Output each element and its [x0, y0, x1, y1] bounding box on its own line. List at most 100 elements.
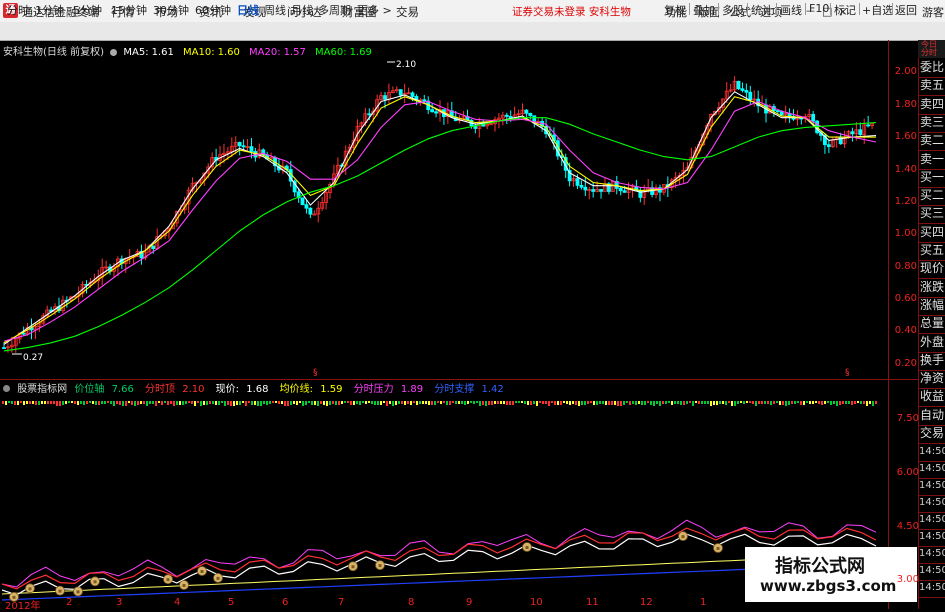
- indicator-bar: [311, 401, 313, 405]
- period-daily[interactable]: 日线: [237, 2, 259, 18]
- indicator-bar: [692, 401, 694, 406]
- candle: [787, 108, 792, 123]
- indicator-bar: [509, 401, 511, 405]
- quote-field[interactable]: 卖三: [919, 113, 945, 133]
- period-fenshi[interactable]: 分时: [7, 2, 29, 18]
- menu-jiaoyi[interactable]: 交易: [396, 4, 419, 20]
- indicator-bar: [455, 401, 457, 404]
- kline-chart[interactable]: 2.10 0.27 § §: [0, 40, 888, 380]
- period-toolbar: [0, 22, 945, 41]
- indicator-bar: [533, 401, 535, 404]
- quote-field[interactable]: 交易: [919, 424, 945, 444]
- indicator-bar: [398, 401, 400, 404]
- btn-back[interactable]: 返回: [895, 2, 917, 18]
- period-multi[interactable]: 多周期: [318, 2, 351, 18]
- indicator-bar: [596, 401, 598, 405]
- indicator-bar: [644, 401, 646, 405]
- indicator-bar: [29, 401, 31, 404]
- quote-field[interactable]: 委比: [919, 58, 945, 78]
- btn-tongji[interactable]: 统计: [751, 2, 773, 18]
- period-more[interactable]: 更多 >: [357, 2, 392, 18]
- login-banner[interactable]: 证券交易未登录 安科生物: [512, 4, 631, 19]
- candle: [449, 101, 454, 118]
- indicator-bar: [410, 401, 412, 405]
- indicator-bar: [314, 401, 316, 405]
- indicator-bar: [482, 401, 484, 405]
- indicator-bar: [770, 401, 772, 405]
- period-monthly[interactable]: 月线: [291, 2, 313, 18]
- indicator-bar: [833, 401, 835, 404]
- quote-field[interactable]: 净资: [919, 369, 945, 390]
- btn-f10[interactable]: F10: [809, 2, 829, 15]
- btn-biaoji[interactable]: 标记: [834, 2, 856, 18]
- price-tick: 1.20: [894, 195, 917, 207]
- indicator-bar: [782, 401, 784, 405]
- candle: [834, 136, 839, 148]
- candle: [826, 140, 831, 154]
- indicator-bar: [374, 401, 376, 405]
- period-15min[interactable]: 15分钟: [111, 2, 147, 18]
- quote-field[interactable]: 卖五: [919, 76, 945, 97]
- period-30min[interactable]: 30分钟: [153, 2, 189, 18]
- indicator-bar: [593, 401, 595, 405]
- indicator-bar: [65, 401, 67, 404]
- quote-field[interactable]: 外盘: [919, 333, 945, 353]
- quote-field[interactable]: 收益: [919, 387, 945, 408]
- quote-field[interactable]: 买三: [919, 204, 945, 225]
- guest-label[interactable]: 游客: [922, 4, 944, 20]
- indicator-bar: [710, 401, 712, 406]
- ma-line-ma10: [3, 96, 876, 344]
- time-entry: 14:50: [919, 578, 945, 599]
- indicator-bar: [362, 401, 364, 403]
- period-5min[interactable]: 5分钟: [73, 2, 102, 18]
- indicator-bar: [386, 401, 388, 406]
- indicator-bar: [404, 401, 406, 405]
- indicator-bar: [656, 401, 658, 404]
- indicator-bar: [350, 401, 352, 405]
- candle: [520, 103, 525, 116]
- indicator-bar: [296, 401, 298, 405]
- period-1min[interactable]: 1分钟: [35, 2, 64, 18]
- date-tick: 11: [586, 597, 599, 608]
- quote-field[interactable]: 买二: [919, 186, 945, 207]
- date-tick: 2012年: [5, 601, 41, 612]
- btn-duogu[interactable]: 多股: [722, 2, 744, 18]
- candle: [866, 115, 871, 128]
- quote-field[interactable]: 自动: [919, 406, 945, 426]
- quote-field[interactable]: 现价: [919, 259, 945, 280]
- period-60min[interactable]: 60分钟: [195, 2, 231, 18]
- indicator-bar: [191, 401, 193, 404]
- indicator-bar: [290, 401, 292, 405]
- price-tick: 1.80: [894, 98, 917, 110]
- quote-field[interactable]: 卖一: [919, 150, 945, 170]
- quote-field[interactable]: 涨幅: [919, 296, 945, 316]
- quote-field[interactable]: 买五: [919, 241, 945, 261]
- quote-field[interactable]: 买一: [919, 168, 945, 188]
- quote-field[interactable]: 涨跌: [919, 278, 945, 298]
- quote-field[interactable]: 卖四: [919, 95, 945, 115]
- indicator-bar: [743, 401, 745, 404]
- quote-field[interactable]: 总量: [919, 314, 945, 335]
- btn-add-watchlist[interactable]: +自选: [862, 2, 893, 18]
- btn-huaxian[interactable]: 画线: [780, 2, 802, 18]
- indicator-bar: [395, 401, 397, 405]
- indicator-bar: [689, 401, 691, 403]
- quote-field[interactable]: 换手: [919, 351, 945, 371]
- indicator-bar: [671, 401, 673, 405]
- indicator-bar: [131, 401, 133, 405]
- indicator-bar: [254, 401, 256, 405]
- period-weekly[interactable]: 周线: [264, 2, 286, 18]
- quote-field[interactable]: 买四: [919, 223, 945, 243]
- indicator-bar: [473, 401, 475, 404]
- indicator-bar: [134, 401, 136, 406]
- indicator-bar: [578, 401, 580, 406]
- indicator-settings-icon[interactable]: [3, 385, 10, 392]
- candle: [29, 318, 34, 340]
- candle: [300, 197, 305, 206]
- indicator-bar: [809, 401, 811, 404]
- btn-diejia[interactable]: 叠加: [693, 2, 715, 18]
- indicator-bar: [839, 401, 841, 405]
- btn-fuquan[interactable]: 复权: [664, 2, 686, 18]
- quote-field[interactable]: 卖二: [919, 131, 945, 152]
- candle: [728, 83, 733, 93]
